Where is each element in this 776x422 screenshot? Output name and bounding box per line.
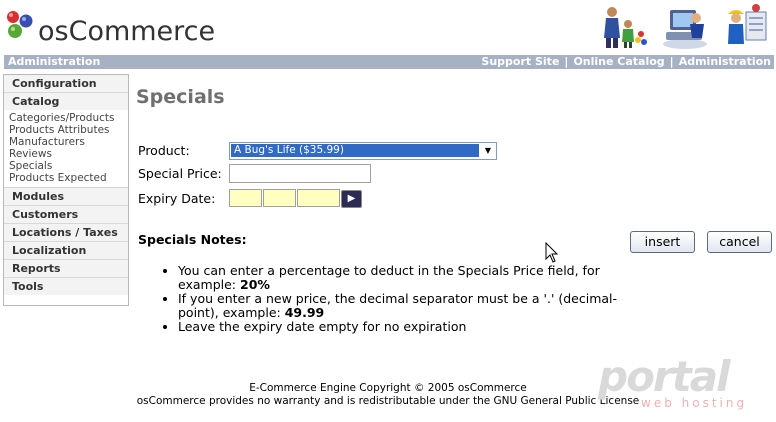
product-selected-value: A Bug's Life ($35.99) [231, 144, 479, 157]
watermark-sub: web hosting [641, 396, 748, 410]
calendar-arrow-icon[interactable]: ▶ [341, 190, 362, 208]
watermark-word: portal [598, 352, 730, 401]
computer-user-icon[interactable] [660, 4, 710, 50]
logo-molecule-icon [7, 11, 33, 38]
sidebar-subitem-specials[interactable]: Specials [4, 160, 128, 172]
header-icons [598, 4, 772, 50]
special-price-input[interactable] [229, 164, 371, 183]
oscommerce-logo[interactable]: osCommerce [4, 9, 215, 47]
sidebar-item-localization[interactable]: Localization [4, 242, 128, 260]
note-example: 20% [240, 277, 270, 292]
list-item: Leave the expiry date empty for no expir… [178, 320, 648, 334]
topbar-links: Support Site | Online Catalog | Administrati… [481, 55, 771, 69]
page-title: Specials [136, 86, 225, 108]
note-text: If you enter a new price, the decimal se… [178, 291, 618, 320]
online-catalog-link[interactable]: Online Catalog [573, 55, 664, 68]
sidebar-item-locations-taxes[interactable]: Locations / Taxes [4, 224, 128, 242]
catalog-submenu: Categories/Products Products Attributes … [4, 110, 128, 188]
sidebar-item-customers[interactable]: Customers [4, 206, 128, 224]
insert-button[interactable]: insert [630, 231, 695, 253]
sidebar-item-configuration[interactable]: Configuration [4, 75, 128, 93]
sidebar-item-tools[interactable]: Tools [4, 278, 128, 295]
expiry-date-label: Expiry Date: [138, 191, 216, 206]
family-icon[interactable] [598, 4, 648, 50]
product-select[interactable]: A Bug's Life ($35.99) ▼ [229, 142, 497, 160]
list-item: If you enter a new price, the decimal se… [178, 292, 648, 320]
sidebar-subitem-products-attributes[interactable]: Products Attributes [4, 124, 128, 136]
special-price-label: Special Price: [138, 166, 222, 181]
topbar-separator: | [669, 55, 674, 68]
worker-icon[interactable] [720, 4, 770, 50]
admin-topbar: Administration Support Site | Online Catal… [4, 55, 774, 69]
sidebar-item-catalog[interactable]: Catalog [4, 93, 128, 110]
sidebar-item-reports[interactable]: Reports [4, 260, 128, 278]
expiry-year-input[interactable] [297, 189, 340, 207]
sidebar-subitem-manufacturers[interactable]: Manufacturers [4, 136, 128, 148]
sidebar-item-modules[interactable]: Modules [4, 188, 128, 206]
list-item: You can enter a percentage to deduct in … [178, 264, 648, 292]
note-text: Leave the expiry date empty for no expir… [178, 319, 467, 334]
administration-link[interactable]: Administration [679, 55, 771, 68]
note-example: 49.99 [284, 305, 325, 320]
expiry-day-input[interactable] [229, 189, 262, 207]
specials-notes-title: Specials Notes: [138, 232, 247, 247]
sidebar: Configuration Catalog Categories/Product… [3, 74, 129, 306]
sidebar-subitem-reviews[interactable]: Reviews [4, 148, 128, 160]
chevron-down-icon[interactable]: ▼ [482, 145, 494, 157]
sidebar-subitem-products-expected[interactable]: Products Expected [4, 172, 128, 184]
watermark-logo: portal web hosting [598, 356, 748, 412]
mouse-cursor-icon [545, 242, 559, 263]
specials-notes-list: You can enter a percentage to deduct in … [163, 264, 648, 334]
topbar-admin-label: Administration [8, 55, 101, 68]
support-site-link[interactable]: Support Site [481, 55, 559, 68]
cancel-button[interactable]: cancel [707, 231, 772, 253]
expiry-month-input[interactable] [263, 189, 296, 207]
product-label: Product: [138, 143, 190, 158]
sidebar-subitem-categories-products[interactable]: Categories/Products [4, 112, 128, 124]
topbar-separator: | [564, 55, 569, 68]
header: osCommerce [0, 0, 776, 54]
logo-text: osCommerce [38, 16, 216, 47]
